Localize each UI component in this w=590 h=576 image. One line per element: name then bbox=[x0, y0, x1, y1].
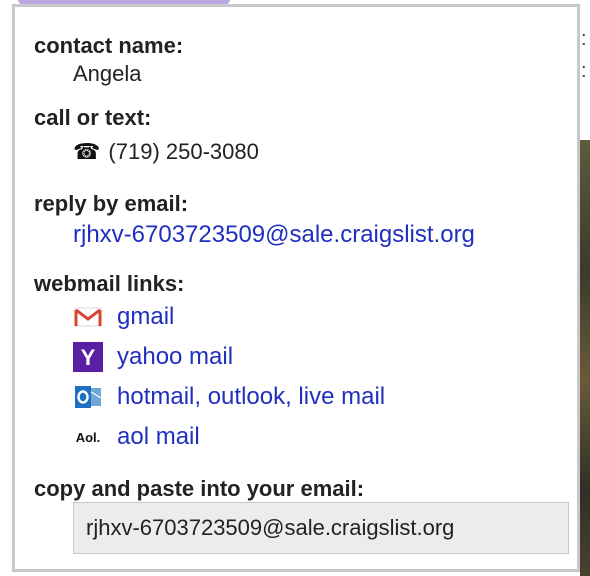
hotmail-outlook-link[interactable]: hotmail, outlook, live mail bbox=[117, 383, 385, 411]
telephone-icon: ☎ bbox=[73, 139, 101, 164]
contact-name-value: Angela bbox=[73, 61, 142, 86]
phone-number: (719) 250-3080 bbox=[108, 139, 259, 164]
webmail-links-label: webmail links: bbox=[34, 271, 185, 296]
outlook-icon bbox=[73, 382, 103, 412]
gmail-icon bbox=[73, 302, 103, 332]
webmail-link-outlook[interactable]: hotmail, outlook, live mail bbox=[73, 381, 385, 413]
aol-icon: Aol. bbox=[75, 429, 101, 445]
yahoo-mail-link[interactable]: yahoo mail bbox=[117, 343, 233, 371]
webmail-link-aol[interactable]: Aol. aol mail bbox=[73, 421, 200, 453]
gmail-link[interactable]: gmail bbox=[117, 303, 174, 331]
background-text-fragment: : bbox=[581, 60, 587, 82]
reply-by-email-label: reply by email: bbox=[34, 191, 189, 216]
phone-number-row: ☎ (719) 250-3080 bbox=[73, 139, 259, 165]
svg-text:Y: Y bbox=[81, 345, 96, 370]
reply-email-link[interactable]: rjhxv-6703723509@sale.craigslist.org bbox=[73, 221, 475, 249]
webmail-link-gmail[interactable]: gmail bbox=[73, 301, 174, 333]
reply-info-popup: contact name: Angela call or text: ☎ (719… bbox=[12, 4, 580, 572]
copy-paste-label: copy and paste into your email: bbox=[34, 476, 365, 501]
contact-name-label: contact name: bbox=[34, 33, 184, 58]
copy-email-field[interactable]: rjhxv-6703723509@sale.craigslist.org bbox=[73, 502, 569, 554]
yahoo-icon: Y bbox=[73, 342, 103, 372]
webmail-link-yahoo[interactable]: Y yahoo mail bbox=[73, 341, 233, 373]
aol-mail-link[interactable]: aol mail bbox=[117, 423, 200, 451]
background-text-fragment: : bbox=[581, 28, 587, 50]
background-photo bbox=[580, 140, 590, 576]
call-or-text-label: call or text: bbox=[34, 105, 152, 130]
